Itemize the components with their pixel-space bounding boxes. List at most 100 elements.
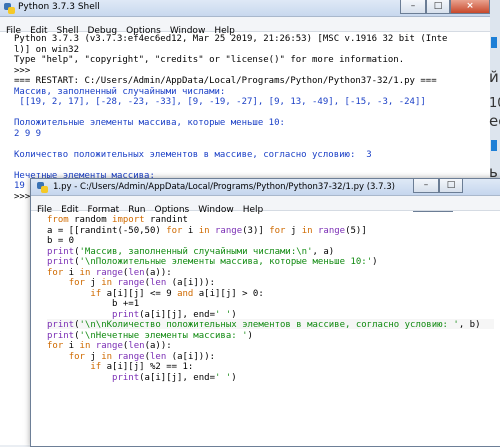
code-token: range bbox=[95, 341, 123, 351]
code-token: range bbox=[95, 267, 123, 278]
code-line: if a[i][j] <= 9 and a[i][j] > 0: bbox=[47, 289, 481, 300]
minimize-button[interactable]: – bbox=[400, 0, 426, 14]
menu-file[interactable]: File bbox=[37, 205, 52, 215]
code-token: for bbox=[68, 351, 85, 362]
shell-title-bar[interactable]: Python 3.7.3 Shell – □ × bbox=[0, 0, 490, 17]
code-token: in bbox=[79, 267, 91, 278]
code-line: a = [[randint(-50,50) for i in range(3)]… bbox=[47, 226, 481, 237]
code-token: print bbox=[47, 257, 75, 267]
scrollbar-marker[interactable] bbox=[491, 140, 497, 151]
menu-help[interactable]: Help bbox=[243, 205, 264, 215]
code-token: random bbox=[68, 215, 113, 225]
close-button[interactable]: × bbox=[450, 0, 490, 14]
maximize-button[interactable]: □ bbox=[426, 0, 450, 14]
code-token: for bbox=[47, 267, 64, 278]
code-line: print('\nПоложительные элементы массива,… bbox=[47, 257, 481, 268]
code-token: if bbox=[90, 288, 102, 299]
minimize-button[interactable]: – bbox=[413, 179, 439, 193]
code-token: import bbox=[112, 215, 145, 225]
code-token: len bbox=[150, 351, 167, 362]
editor-window: 1.py - C:/Users/Admin/AppData/Local/Prog… bbox=[30, 178, 500, 447]
code-token: 'Массив, заполненный случайными числами:… bbox=[79, 246, 313, 257]
code-token: a[i][j] <= 9 bbox=[101, 288, 178, 299]
code-token: from bbox=[47, 215, 69, 225]
code-token: range bbox=[318, 225, 346, 236]
code-token: range bbox=[117, 278, 145, 288]
shell-output-line: Количество положительных элементов в мас… bbox=[14, 149, 372, 160]
editor-menu-bar: File Edit Format Run Options Window Help bbox=[31, 196, 500, 215]
shell-output-line: 2 9 9 bbox=[14, 128, 42, 139]
menu-edit[interactable]: Edit bbox=[61, 205, 78, 215]
code-token: (a[i][j], end= bbox=[139, 309, 215, 320]
code-token: print bbox=[112, 372, 140, 383]
shell-output-line bbox=[14, 139, 447, 150]
code-line: b +=1 bbox=[47, 299, 481, 310]
code-line: for i in range(len(a)): bbox=[47, 341, 481, 352]
shell-output-line bbox=[14, 160, 447, 171]
background-text: 10 bbox=[489, 96, 500, 111]
code-token: and bbox=[177, 288, 194, 299]
code-token: ) bbox=[372, 257, 378, 267]
code-line: if a[i][j] %2 == 1: bbox=[47, 362, 481, 373]
code-token: j bbox=[84, 278, 102, 288]
shell-output-line: === RESTART: C:/Users/Admin/AppData/Loca… bbox=[14, 76, 437, 86]
shell-output-line bbox=[14, 108, 447, 119]
background-text: ес bbox=[489, 112, 500, 130]
menu-run[interactable]: Run bbox=[128, 205, 145, 215]
code-line: print('Массив, заполненный случайными чи… bbox=[47, 247, 481, 258]
code-token: j bbox=[84, 351, 102, 362]
code-token: '\n\nКоличество положительных элементов … bbox=[79, 320, 459, 330]
code-token: for bbox=[269, 225, 286, 236]
code-token: a[i][j] %2 == 1: bbox=[101, 362, 194, 372]
code-token: print bbox=[47, 246, 75, 257]
code-token: print bbox=[112, 309, 140, 320]
shell-output-line: Массив, заполненный случайными числами: bbox=[14, 86, 226, 97]
editor-window-controls: –□× bbox=[413, 179, 500, 212]
code-line: print('\n\nКоличество положительных элем… bbox=[47, 320, 481, 331]
code-token: , b) bbox=[458, 320, 481, 330]
code-line: b = 0 bbox=[47, 236, 481, 247]
code-token: print bbox=[47, 330, 75, 341]
code-line: print('\nНечетные элементы массива: ') bbox=[47, 331, 481, 342]
code-editor[interactable]: from random import randint a = [[randint(… bbox=[47, 215, 481, 383]
shell-menu-bar: File Edit Shell Debug Options Window Help bbox=[0, 17, 490, 36]
code-token: in bbox=[79, 341, 91, 351]
code-token: ' ' bbox=[214, 309, 232, 320]
editor-window-title: 1.py - C:/Users/Admin/AppData/Local/Prog… bbox=[53, 182, 395, 192]
code-token: range bbox=[215, 225, 243, 236]
code-token: ) bbox=[231, 372, 237, 383]
background-text: й bbox=[489, 68, 499, 86]
code-token: b = 0 bbox=[47, 236, 75, 246]
code-token: randint bbox=[144, 215, 188, 225]
shell-output-line: Python 3.7.3 (v3.7.3:ef4ec6ed12, Mar 25 … bbox=[14, 34, 448, 44]
code-token: (a[i])): bbox=[166, 278, 216, 288]
menu-window[interactable]: Window bbox=[198, 205, 234, 215]
code-token: if bbox=[90, 362, 102, 372]
menu-format[interactable]: Format bbox=[88, 205, 120, 215]
code-token: ' ' bbox=[214, 372, 232, 383]
menu-options[interactable]: Options bbox=[154, 205, 189, 215]
code-token: (a)): bbox=[144, 267, 172, 278]
code-token: range bbox=[117, 351, 145, 362]
code-token: (a[i])): bbox=[166, 351, 216, 362]
code-token: i bbox=[182, 225, 199, 236]
code-line: for j in range(len (a[i])): bbox=[47, 352, 481, 363]
code-line: for j in range(len (a[i])): bbox=[47, 278, 481, 289]
code-line: for i in range(len(a)): bbox=[47, 268, 481, 279]
editor-title-bar[interactable]: 1.py - C:/Users/Admin/AppData/Local/Prog… bbox=[31, 179, 500, 212]
shell-output-line: [[19, 2, 17], [-28, -23, -33], [9, -19, … bbox=[14, 97, 426, 107]
scrollbar-marker[interactable] bbox=[491, 37, 497, 48]
shell-output[interactable]: Python 3.7.3 (v3.7.3:ef4ec6ed12, Mar 25 … bbox=[14, 34, 447, 202]
code-token: (5)] bbox=[345, 225, 367, 236]
code-token: in bbox=[301, 225, 313, 236]
code-token: in bbox=[198, 225, 210, 236]
code-line: from random import randint bbox=[47, 215, 481, 226]
code-token: b +=1 bbox=[47, 299, 140, 309]
shell-output-line: Положительные элементы массива, которые … bbox=[14, 118, 285, 128]
maximize-button[interactable]: □ bbox=[439, 179, 463, 193]
code-token: '\nНечетные элементы массива: ' bbox=[79, 330, 248, 341]
code-token: len bbox=[128, 267, 145, 278]
